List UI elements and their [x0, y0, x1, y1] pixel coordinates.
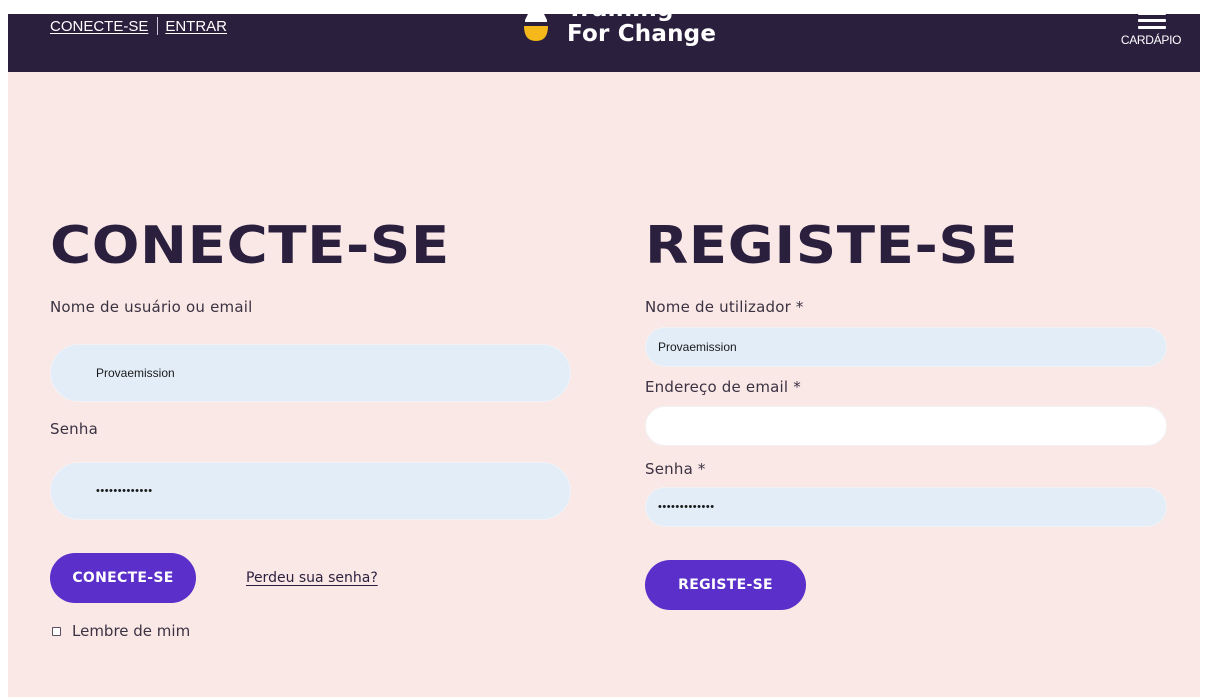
register-email-label: Endereço de email *	[645, 378, 801, 396]
login-link[interactable]: CONECTE-SE	[50, 18, 148, 35]
remember-me[interactable]: Lembre de mim	[50, 622, 572, 640]
register-password-value: •••••••••••••	[658, 501, 715, 513]
login-username-input[interactable]: Provaemission	[50, 344, 571, 402]
logo-text: Training For Change	[567, 14, 716, 47]
register-username-label: Nome de utilizador *	[645, 298, 804, 316]
menu-label: CARDÁPIO	[1120, 33, 1182, 47]
account-links: CONECTE-SE ENTRAR	[50, 17, 227, 35]
register-submit-button[interactable]: REGISTE-SE	[645, 560, 806, 610]
hamburger-icon	[1138, 14, 1166, 32]
register-username-input[interactable]: Provaemission	[645, 327, 1167, 367]
lightbulb-logo-icon	[524, 14, 548, 41]
login-username-label: Nome de usuário ou email	[50, 298, 253, 316]
site-header: CONECTE-SE ENTRAR Training For Change CA…	[8, 14, 1200, 72]
login-username-value: Provaemission	[96, 366, 175, 380]
remember-me-checkbox[interactable]	[52, 626, 61, 636]
menu-button[interactable]: CARDÁPIO	[1116, 14, 1186, 62]
register-password-label: Senha *	[645, 460, 706, 478]
remember-me-label: Lembre de mim	[72, 622, 191, 640]
login-heading: CONECTE-SE	[50, 216, 450, 276]
register-section: REGISTE-SE Nome de utilizador * Provaemi…	[645, 214, 1168, 610]
login-password-value: •••••••••••••	[96, 485, 153, 497]
lost-password-link[interactable]: Perdeu sua senha?	[246, 570, 378, 586]
login-submit-button[interactable]: CONECTE-SE	[50, 553, 196, 603]
login-password-label: Senha	[50, 420, 98, 438]
enter-link[interactable]: ENTRAR	[165, 18, 227, 35]
login-section: CONECTE-SE Nome de usuário ou email Prov…	[50, 214, 572, 640]
page: CONECTE-SE ENTRAR Training For Change CA…	[8, 14, 1200, 697]
register-password-input[interactable]: •••••••••••••	[645, 487, 1167, 527]
link-separator	[157, 17, 159, 35]
login-password-input[interactable]: •••••••••••••	[50, 462, 571, 520]
register-username-value: Provaemission	[658, 340, 737, 354]
register-email-input[interactable]	[645, 406, 1167, 446]
site-logo[interactable]: Training For Change	[521, 14, 741, 70]
register-heading: REGISTE-SE	[645, 216, 1019, 276]
logo-line-2: For Change	[567, 21, 717, 47]
